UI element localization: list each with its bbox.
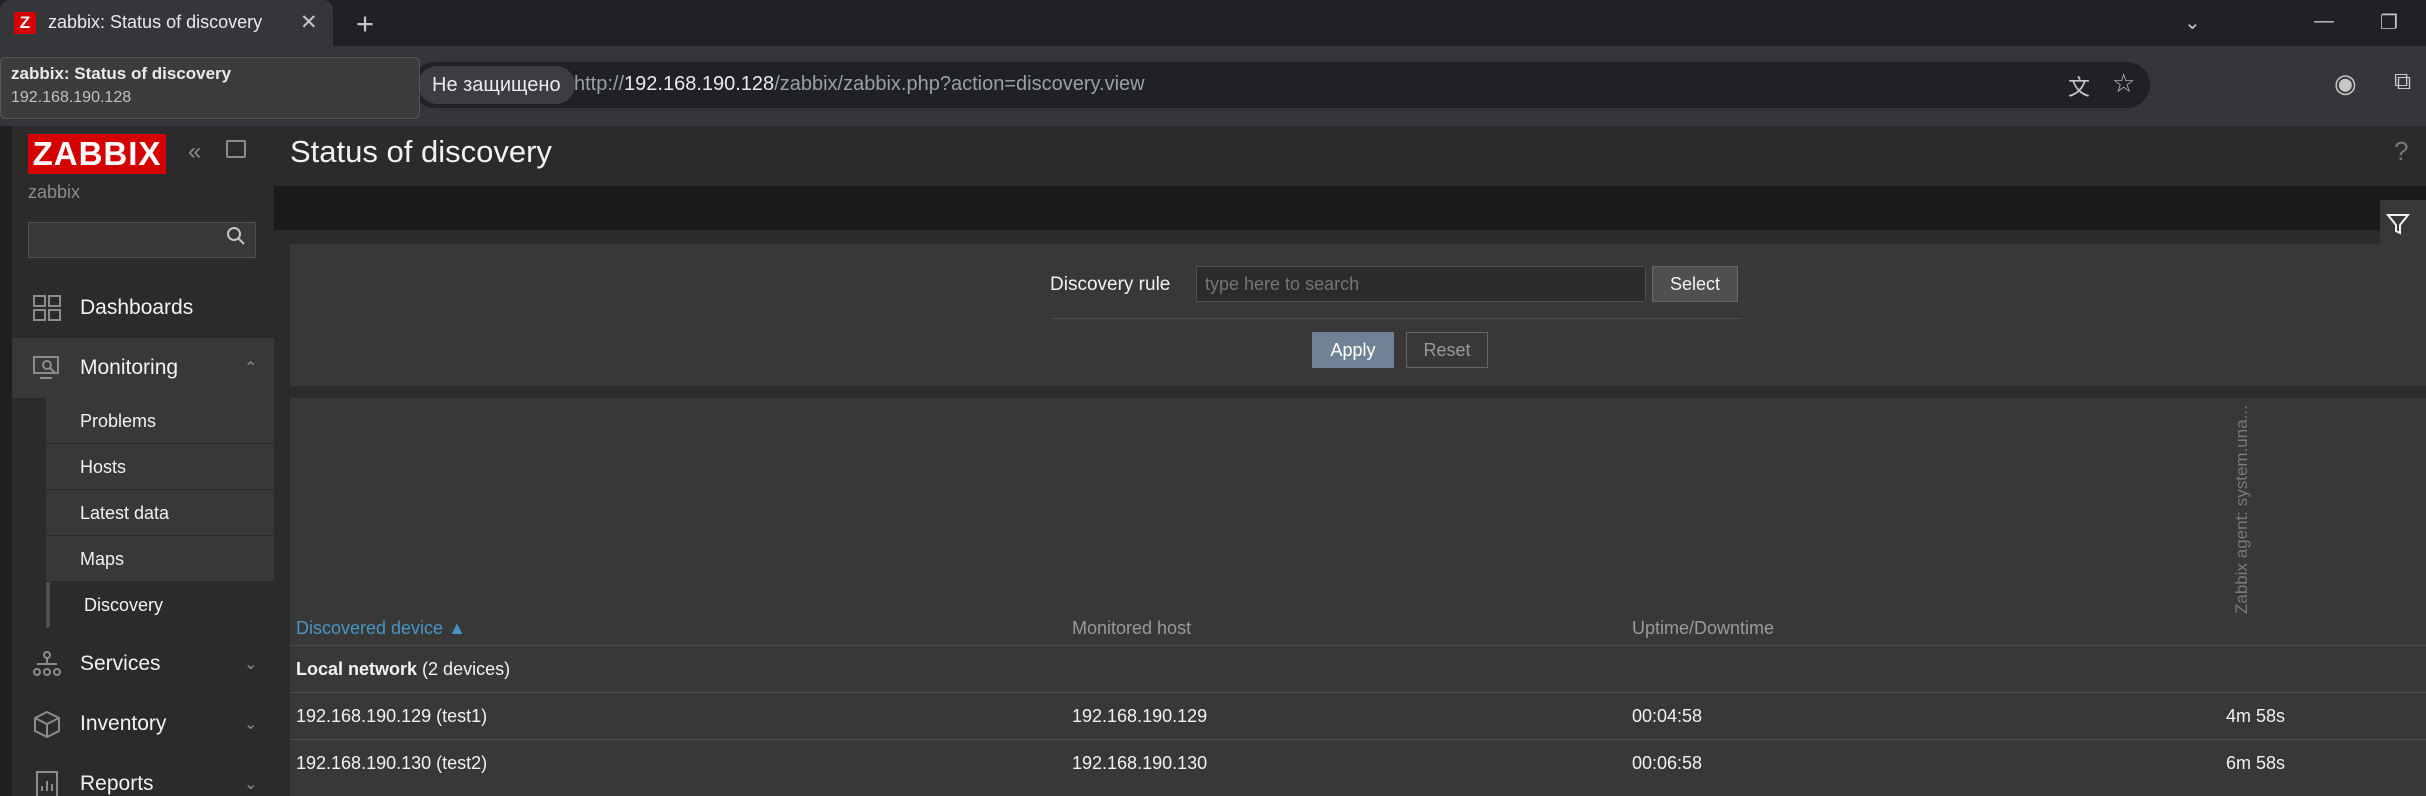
page-title: Status of discovery (290, 134, 552, 169)
sidebar-search-input[interactable] (28, 222, 256, 258)
bookmark-star-icon[interactable]: ☆ (2112, 68, 2135, 99)
device-cell: 192.168.190.130 (test2) (296, 753, 488, 773)
new-tab-icon[interactable]: + (356, 6, 374, 42)
tab-search-chevron-icon[interactable]: ⌄ (2184, 10, 2201, 35)
nav-label: Reports (80, 772, 154, 795)
sub-label: Discovery (84, 595, 164, 615)
sub-label: Hosts (80, 457, 127, 477)
translate-icon[interactable]: 文 (2068, 70, 2090, 102)
restore-window-icon[interactable]: ❐ (2380, 10, 2398, 35)
discovery-rule-label: Discovery rule (1050, 274, 1171, 295)
inventory-icon (34, 710, 60, 738)
tab-hover-tooltip: zabbix: Status of discovery 192.168.190.… (0, 57, 420, 119)
sub-label: Latest data (80, 503, 170, 523)
column-header-uptime: Uptime/Downtime (1632, 618, 1775, 638)
check-cell: 6m 58s (2226, 753, 2286, 773)
monitored-host-cell: 192.168.190.130 (1072, 753, 1208, 773)
column-header-discovered-device[interactable]: Discovered device ▲ (296, 618, 466, 639)
nav-label: Dashboards (80, 296, 194, 319)
minimize-icon[interactable]: — (2314, 10, 2334, 33)
collapse-sidebar-icon[interactable]: « (188, 138, 201, 166)
filter-divider (1052, 318, 1742, 319)
main-content: Status of discovery ? Discovery rule Sel… (274, 126, 2426, 796)
nav-label: Inventory (80, 712, 167, 735)
chevron-up-icon: ⌃ (244, 360, 258, 377)
extensions-icon[interactable]: ⧉ (2394, 68, 2411, 96)
filter-panel: Discovery rule Select Apply Reset (290, 244, 2426, 386)
url-host: 192.168.190.128 (624, 73, 775, 95)
url-scheme: http:// (574, 73, 625, 95)
tooltip-host: 192.168.190.128 (11, 89, 132, 106)
chevron-down-icon: ⌄ (244, 776, 258, 793)
browser-tab-strip: Z zabbix: Status of discovery ✕ + ⌄ — ❐ (0, 0, 2426, 46)
group-label: Local network (2 devices) (296, 659, 510, 680)
discovery-rule-input[interactable] (1196, 266, 1646, 302)
nav-monitoring[interactable]: Monitoring ⌃ (12, 338, 274, 398)
table-group-row: Local network (2 devices) (290, 646, 2426, 692)
sidebar-item-problems[interactable]: Problems (46, 398, 274, 444)
filter-icon[interactable] (2386, 212, 2410, 236)
nav-services[interactable]: Services ⌄ (12, 634, 274, 694)
sidebar-edge (0, 126, 12, 796)
sidebar: ZABBIX « zabbix Dashboards Monitoring ⌃ … (0, 126, 274, 796)
check-cell: 4m 58s (2226, 706, 2286, 726)
zabbix-favicon-icon: Z (14, 12, 36, 34)
sidebar-item-latest-data[interactable]: Latest data (46, 490, 274, 536)
reset-button[interactable]: Reset (1406, 332, 1488, 368)
apply-button[interactable]: Apply (1312, 332, 1394, 368)
search-icon[interactable] (226, 226, 246, 246)
url-text[interactable]: http://192.168.190.128/zabbix/zabbix.php… (574, 73, 1145, 96)
uptime-cell: 00:04:58 (1632, 706, 1703, 726)
services-icon (33, 651, 61, 676)
close-tab-icon[interactable]: ✕ (300, 10, 318, 35)
filter-tab-strip (274, 186, 2426, 230)
page: Z zabbix: Status of discovery ✕ + ⌄ — ❐ … (0, 0, 2426, 796)
discovery-table: Discovered device ▲ Monitored host Uptim… (290, 398, 2426, 796)
nav-inventory[interactable]: Inventory ⌄ (12, 694, 274, 754)
nav-reports[interactable]: Reports ⌄ (12, 754, 274, 796)
zabbix-logo[interactable]: ZABBIX (28, 134, 166, 174)
security-indicator[interactable]: Не защищено (418, 66, 575, 104)
group-count: (2 devices) (422, 659, 511, 679)
chevron-down-icon: ⌄ (244, 716, 258, 733)
sidebar-item-maps[interactable]: Maps (46, 536, 274, 582)
chevron-down-icon: ⌄ (244, 656, 258, 673)
tab-title: zabbix: Status of discovery (48, 12, 263, 32)
server-name: zabbix (28, 182, 81, 202)
uptime-cell: 00:06:58 (1632, 753, 1703, 773)
monitored-host-cell: 192.168.190.129 (1072, 706, 1208, 726)
nav-dashboards[interactable]: Dashboards (12, 278, 274, 338)
profile-icon[interactable]: ◉ (2334, 68, 2357, 99)
browser-tab[interactable]: Z zabbix: Status of discovery ✕ (0, 0, 333, 46)
help-icon[interactable]: ? (2394, 136, 2408, 167)
sub-label: Problems (80, 411, 157, 431)
monitoring-icon (33, 356, 59, 379)
group-name: Local network (296, 659, 418, 679)
nav-label: Monitoring (80, 356, 179, 379)
kiosk-mode-icon[interactable] (226, 140, 246, 158)
sidebar-item-hosts[interactable]: Hosts (46, 444, 274, 490)
sidebar-item-discovery[interactable]: Discovery (46, 582, 274, 628)
reports-icon (36, 771, 58, 796)
dashboards-icon (33, 295, 61, 321)
column-header-monitored-host: Monitored host (1072, 618, 1192, 638)
url-path: /zabbix/zabbix.php?action=discovery.view (774, 73, 1145, 95)
table-row: 192.168.190.129 (test1) 192.168.190.129 … (290, 693, 2426, 739)
column-header-check: Zabbix agent: system.una... (2232, 405, 2251, 614)
select-button[interactable]: Select (1652, 266, 1738, 302)
sub-label: Maps (80, 549, 125, 569)
tooltip-title: zabbix: Status of discovery (11, 64, 232, 83)
nav-label: Services (80, 652, 161, 675)
device-cell: 192.168.190.129 (test1) (296, 706, 488, 726)
table-row: 192.168.190.130 (test2) 192.168.190.130 … (290, 740, 2426, 786)
